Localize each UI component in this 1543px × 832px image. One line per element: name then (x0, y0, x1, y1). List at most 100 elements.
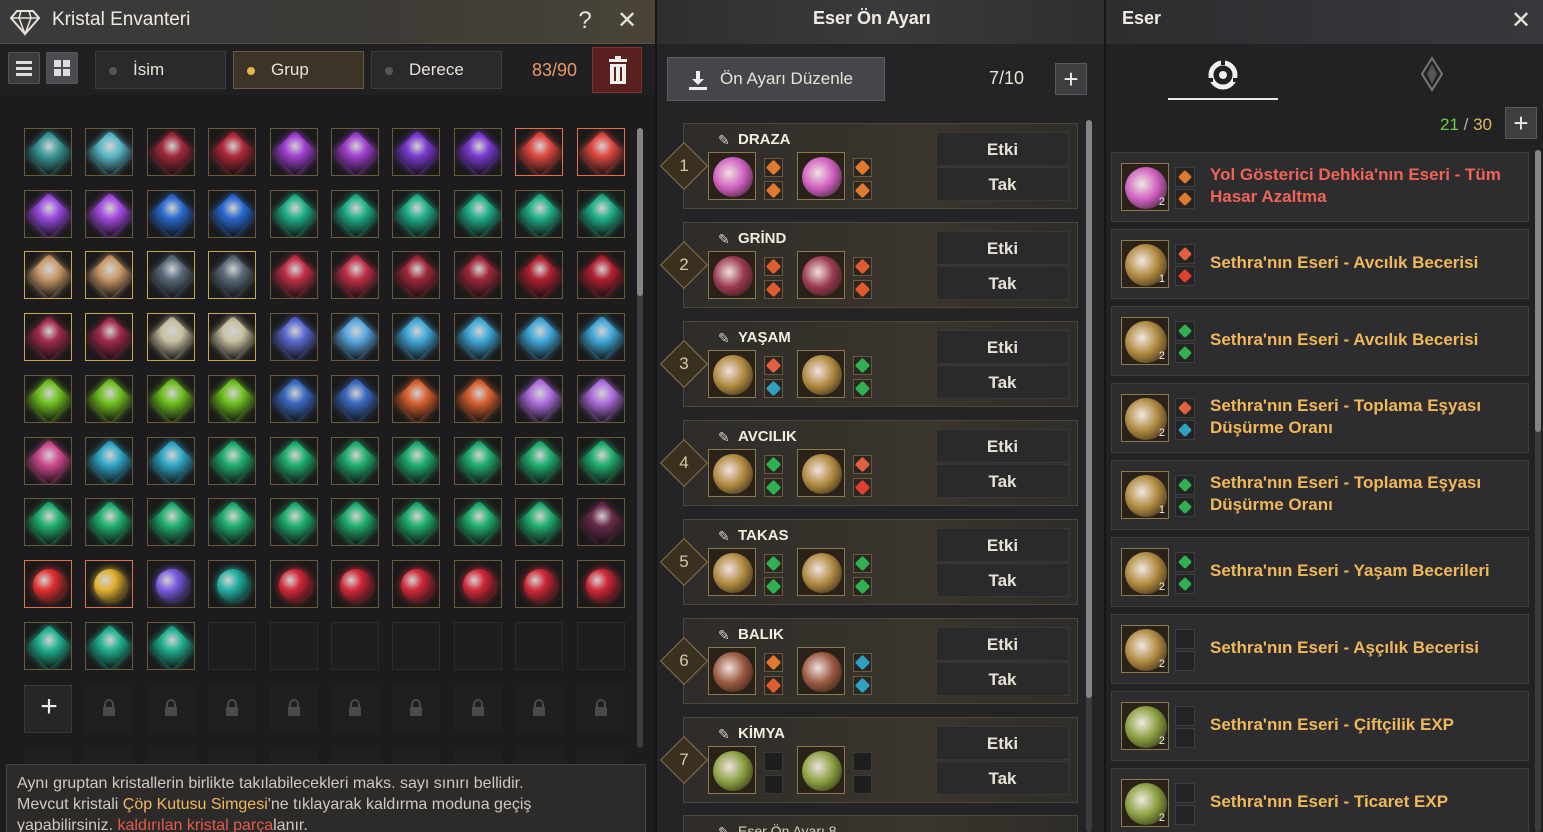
crystal-slot[interactable] (577, 498, 625, 546)
artifact-close-button[interactable]: ✕ (1506, 6, 1536, 36)
artifact-item[interactable]: 1 Sethra'nın Eseri - Avcılık Becerisi (1111, 229, 1529, 299)
mini-crystal-slot[interactable] (764, 653, 783, 672)
artifact-item[interactable]: 2 Sethra'nın Eseri - Avcılık Becerisi (1111, 306, 1529, 376)
crystal-slot[interactable] (270, 437, 318, 485)
mini-crystal-slot[interactable] (853, 356, 872, 375)
crystal-slot[interactable] (331, 498, 379, 546)
crystal-slot[interactable] (208, 375, 256, 423)
crystal-slot[interactable] (85, 313, 133, 361)
mini-crystal-slot[interactable] (764, 554, 783, 573)
crystal-slot[interactable] (147, 313, 195, 361)
crystal-slot[interactable] (85, 622, 133, 670)
preset-artifact-slot[interactable] (797, 548, 845, 596)
crystal-slot[interactable] (147, 375, 195, 423)
crystal-slot[interactable] (331, 190, 379, 238)
effect-button[interactable]: Etki (936, 627, 1069, 661)
preset-artifact-slot[interactable] (797, 350, 845, 398)
preset-artifact-slot[interactable] (797, 647, 845, 695)
pencil-icon[interactable]: ✎ (718, 627, 730, 644)
mini-crystal-slot[interactable] (764, 158, 783, 177)
equip-button[interactable]: Tak (936, 761, 1069, 795)
crystal-slot[interactable] (85, 190, 133, 238)
add-preset-button[interactable]: + (1055, 63, 1087, 95)
mini-crystal-slot[interactable] (853, 478, 872, 497)
empty-crystal-slot[interactable] (331, 622, 379, 670)
crystal-slot[interactable] (208, 498, 256, 546)
pencil-icon[interactable]: ✎ (718, 528, 730, 545)
crystal-slot[interactable] (270, 128, 318, 176)
crystal-slot[interactable] (208, 313, 256, 361)
pencil-icon[interactable]: ✎ (718, 132, 730, 149)
preset-scroll-thumb[interactable] (1086, 120, 1092, 698)
add-artifact-button[interactable]: + (1505, 107, 1537, 139)
mini-crystal-slot[interactable] (853, 775, 872, 794)
crystal-slot[interactable] (331, 375, 379, 423)
mini-crystal-slot[interactable] (764, 181, 783, 200)
mini-crystal-slot[interactable] (853, 181, 872, 200)
crystal-slot[interactable] (24, 375, 72, 423)
preset-artifact-slot[interactable] (797, 746, 845, 794)
crystal-slot[interactable] (24, 190, 72, 238)
crystal-slot[interactable] (454, 251, 502, 299)
crystal-slot[interactable] (208, 190, 256, 238)
equip-button[interactable]: Tak (936, 365, 1069, 399)
crystal-slot[interactable] (454, 498, 502, 546)
crystal-slot[interactable] (454, 437, 502, 485)
filter-name[interactable]: İsim (95, 51, 226, 89)
crystal-slot[interactable] (270, 313, 318, 361)
pencil-icon[interactable]: ✎ (718, 231, 730, 248)
effect-button[interactable]: Etki (936, 231, 1069, 265)
artifact-item[interactable]: 2 Sethra'nın Eseri - Aşçılık Becerisi (1111, 614, 1529, 684)
crystal-slot[interactable] (85, 437, 133, 485)
mini-crystal-slot[interactable] (764, 752, 783, 771)
mini-crystal-slot[interactable] (764, 676, 783, 695)
crystal-slot[interactable] (577, 313, 625, 361)
empty-crystal-slot[interactable] (577, 622, 625, 670)
mini-crystal-slot[interactable] (764, 577, 783, 596)
crystal-slot[interactable] (147, 560, 195, 608)
crystal-slot[interactable] (147, 128, 195, 176)
crystal-slot[interactable] (392, 498, 440, 546)
crystal-slot[interactable] (24, 313, 72, 361)
close-button[interactable]: ✕ (612, 6, 642, 36)
add-slot-button[interactable]: + (24, 685, 72, 733)
crystal-slot[interactable] (147, 498, 195, 546)
artifact-item[interactable]: 2 Yol Gösterici Dehkia'nın Eseri - Tüm Ha… (1111, 152, 1529, 222)
crystal-slot[interactable] (85, 560, 133, 608)
crystal-slot[interactable] (85, 498, 133, 546)
crystal-slot[interactable] (515, 560, 563, 608)
crystal-slot[interactable] (270, 498, 318, 546)
crystal-slot[interactable] (392, 313, 440, 361)
preset-artifact-slot[interactable] (708, 746, 756, 794)
crystal-slot[interactable] (454, 190, 502, 238)
crystal-slot[interactable] (577, 251, 625, 299)
preset-artifact-slot[interactable] (708, 548, 756, 596)
preset-artifact-slot[interactable] (708, 449, 756, 497)
mini-crystal-slot[interactable] (853, 653, 872, 672)
artifact-item[interactable]: 1 Sethra'nın Eseri - Toplama Eşyası Düşür… (1111, 460, 1529, 530)
mini-crystal-slot[interactable] (853, 158, 872, 177)
mini-crystal-slot[interactable] (764, 257, 783, 276)
pencil-icon[interactable]: ✎ (718, 726, 730, 743)
crystal-slot[interactable] (331, 251, 379, 299)
tab-crystals[interactable] (1376, 50, 1486, 100)
crystal-slot[interactable] (147, 190, 195, 238)
artifact-item[interactable]: 2 Sethra'nın Eseri - Çiftçilik EXP (1111, 691, 1529, 761)
crystal-slot[interactable] (515, 190, 563, 238)
mini-crystal-slot[interactable] (853, 257, 872, 276)
crystal-slot[interactable] (454, 313, 502, 361)
crystal-slot[interactable] (515, 437, 563, 485)
empty-crystal-slot[interactable] (270, 622, 318, 670)
crystal-slot[interactable] (577, 560, 625, 608)
pencil-icon[interactable]: ✎ (718, 429, 730, 446)
crystal-slot[interactable] (85, 251, 133, 299)
effect-button[interactable]: Etki (936, 726, 1069, 760)
crystal-slot[interactable] (270, 190, 318, 238)
mini-crystal-slot[interactable] (853, 554, 872, 573)
crystal-slot[interactable] (392, 375, 440, 423)
preset-artifact-slot[interactable] (708, 251, 756, 299)
filter-group[interactable]: Grup (233, 51, 364, 89)
equip-button[interactable]: Tak (936, 563, 1069, 597)
crystal-slot[interactable] (577, 128, 625, 176)
equip-button[interactable]: Tak (936, 662, 1069, 696)
